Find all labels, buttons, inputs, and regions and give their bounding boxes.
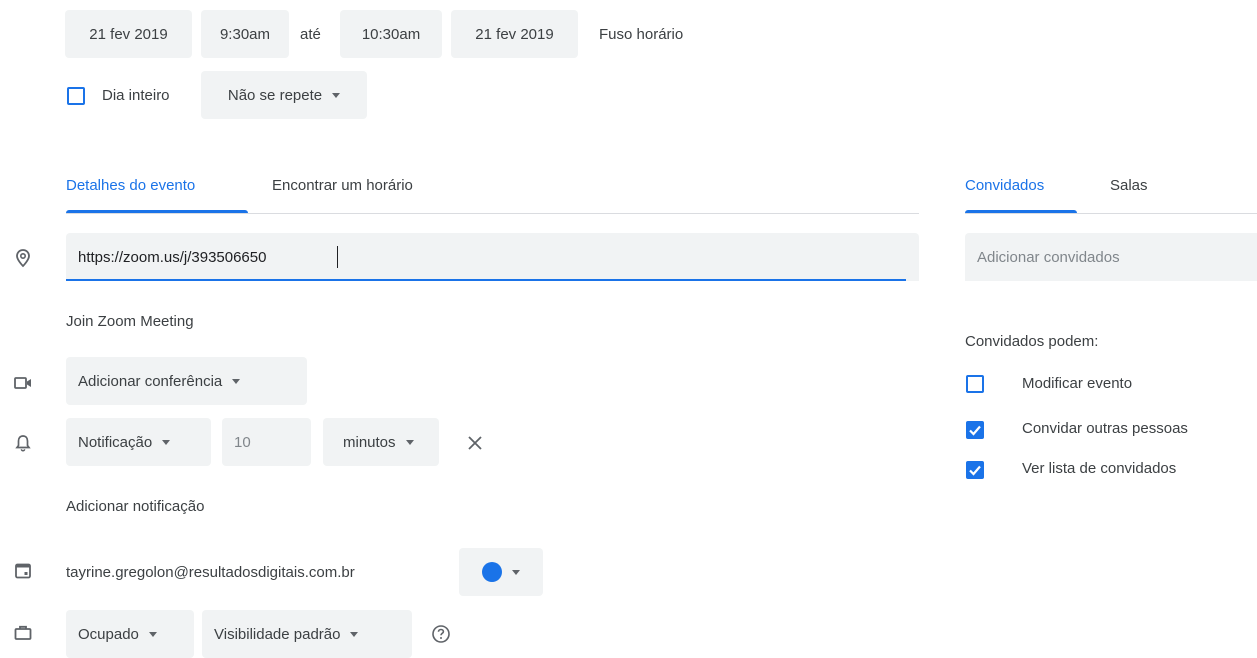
calendar-owner-label: tayrine.gregolon@resultadosdigitais.com.… xyxy=(66,564,355,581)
chevron-down-icon xyxy=(148,631,157,637)
availability-label: Ocupado xyxy=(78,625,139,643)
permission-see-list-checkbox[interactable] xyxy=(966,461,984,479)
visibility-dropdown[interactable]: Visibilidade padrão xyxy=(202,610,412,658)
permission-modify-checkbox[interactable] xyxy=(966,375,984,393)
location-pin-icon xyxy=(16,249,30,268)
tab-event-details[interactable]: Detalhes do evento xyxy=(66,177,195,194)
text-cursor xyxy=(337,246,338,268)
location-input-underline xyxy=(66,279,906,281)
chevron-down-icon xyxy=(405,439,414,445)
tab-guests[interactable]: Convidados xyxy=(965,177,1044,194)
color-swatch xyxy=(482,562,502,582)
notification-unit-dropdown[interactable]: minutos xyxy=(323,418,439,466)
location-input[interactable]: https://zoom.us/j/393506650 xyxy=(66,233,919,281)
chevron-down-icon xyxy=(350,631,359,637)
chevron-down-icon xyxy=(332,92,341,98)
visibility-label: Visibilidade padrão xyxy=(214,625,341,643)
permission-invite-label: Convidar outras pessoas xyxy=(1022,420,1188,437)
end-date-label: 21 fev 2019 xyxy=(475,25,554,43)
start-date-button[interactable]: 21 fev 2019 xyxy=(65,10,192,58)
tab-rooms[interactable]: Salas xyxy=(1110,177,1148,194)
add-guests-input[interactable]: Adicionar convidados xyxy=(965,233,1257,281)
permission-invite-checkbox[interactable] xyxy=(966,421,984,439)
repeat-label: Não se repete xyxy=(227,86,323,104)
availability-dropdown[interactable]: Ocupado xyxy=(66,610,194,658)
timezone-link[interactable]: Fuso horário xyxy=(599,26,683,43)
tab-find-time[interactable]: Encontrar um horário xyxy=(272,177,413,194)
chevron-down-icon xyxy=(512,569,520,575)
notification-unit-label: minutos xyxy=(343,433,396,451)
end-time-label: 10:30am xyxy=(361,25,421,43)
notification-amount-value: 10 xyxy=(234,433,251,451)
check-icon xyxy=(969,465,981,476)
check-icon xyxy=(969,425,981,436)
add-notification-link[interactable]: Adicionar notificação xyxy=(66,498,204,515)
notification-type-dropdown[interactable]: Notificação xyxy=(66,418,211,466)
end-date-button[interactable]: 21 fev 2019 xyxy=(451,10,578,58)
permissions-title: Convidados podem: xyxy=(965,333,1099,350)
close-icon[interactable] xyxy=(466,434,484,452)
bell-icon xyxy=(15,435,31,452)
add-conference-dropdown[interactable]: Adicionar conferência xyxy=(66,357,307,405)
notification-type-label: Notificação xyxy=(78,433,153,451)
event-color-dropdown[interactable] xyxy=(459,548,543,596)
calendar-icon xyxy=(15,563,31,579)
add-guests-placeholder: Adicionar convidados xyxy=(977,249,1120,266)
all-day-label: Dia inteiro xyxy=(102,87,170,104)
start-date-label: 21 fev 2019 xyxy=(89,25,168,43)
help-icon[interactable] xyxy=(431,624,451,644)
video-camera-icon xyxy=(14,377,31,389)
repeat-dropdown[interactable]: Não se repete xyxy=(201,71,367,119)
end-time-button[interactable]: 10:30am xyxy=(340,10,442,58)
briefcase-icon xyxy=(14,625,32,640)
add-conference-label: Adicionar conferência xyxy=(78,372,223,390)
start-time-button[interactable]: 9:30am xyxy=(201,10,289,58)
permission-modify-label: Modificar evento xyxy=(1022,375,1133,392)
notification-amount-input[interactable]: 10 xyxy=(222,418,311,466)
tabs-divider xyxy=(66,213,919,214)
all-day-checkbox[interactable] xyxy=(67,87,85,105)
permission-see-list-label: Ver lista de convidados xyxy=(1022,460,1177,477)
until-label: até xyxy=(300,26,321,43)
chevron-down-icon xyxy=(232,378,241,384)
location-value: https://zoom.us/j/393506650 xyxy=(78,249,267,266)
chevron-down-icon xyxy=(162,439,171,445)
start-time-label: 9:30am xyxy=(219,25,271,43)
description-text[interactable]: Join Zoom Meeting xyxy=(66,313,194,330)
guests-tabs-divider xyxy=(965,213,1257,214)
